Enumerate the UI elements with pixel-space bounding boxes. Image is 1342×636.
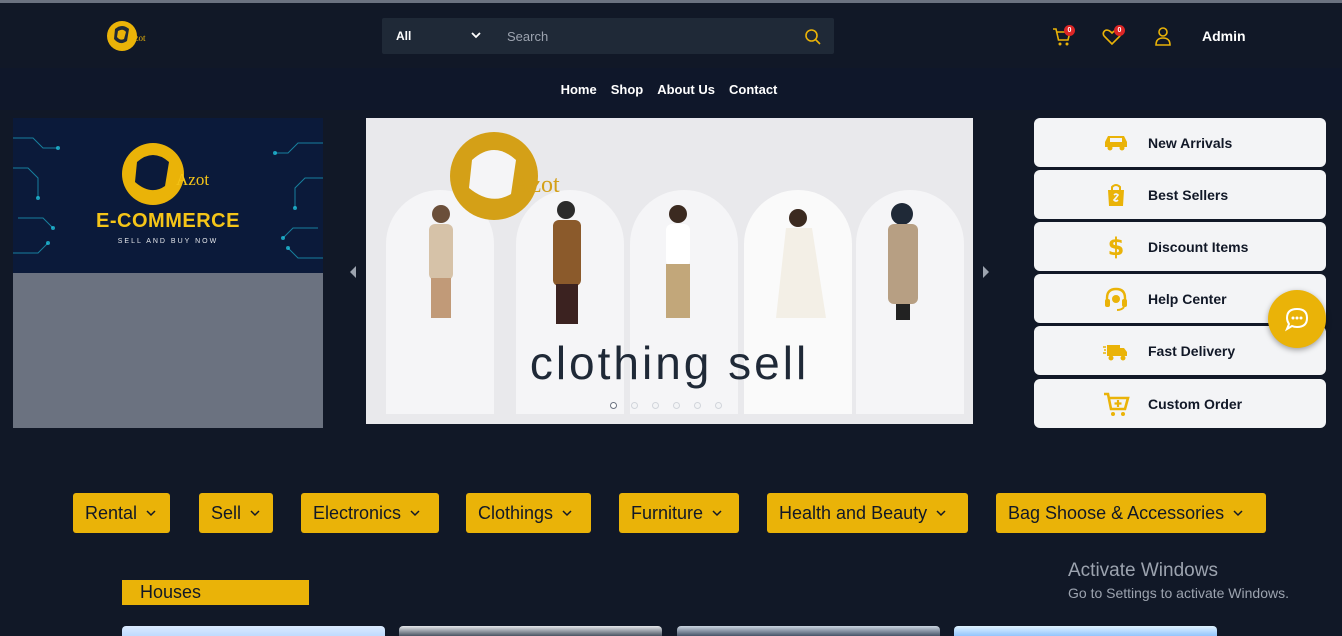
category-clothings[interactable]: Clothings xyxy=(466,493,591,533)
nav-shop[interactable]: Shop xyxy=(611,82,644,97)
category-health-and-beauty[interactable]: Health and Beauty xyxy=(767,493,968,533)
user-icon[interactable] xyxy=(1152,25,1174,47)
carousel-next-icon[interactable] xyxy=(981,264,991,280)
chevron-down-icon xyxy=(410,510,420,517)
category-sell[interactable]: Sell xyxy=(199,493,273,533)
chevron-down-icon xyxy=(936,510,946,517)
category-label: Bag Shoose & Accessories xyxy=(1008,502,1225,523)
product-thumbnail[interactable] xyxy=(122,626,385,636)
product-thumbnail[interactable] xyxy=(399,626,662,636)
chevron-down-icon xyxy=(146,510,156,517)
category-furniture[interactable]: Furniture xyxy=(619,493,739,533)
side-item-label: Help Center xyxy=(1148,290,1227,307)
category-label: Furniture xyxy=(631,502,704,523)
search-icon[interactable] xyxy=(804,28,822,46)
side-item-custom-order[interactable]: Custom Order xyxy=(1034,379,1326,428)
carousel-dot[interactable] xyxy=(631,402,638,409)
carousel-dot[interactable] xyxy=(610,402,617,409)
windows-activation-subtitle: Go to Settings to activate Windows. xyxy=(1068,585,1289,601)
carousel-dot[interactable] xyxy=(673,402,680,409)
carousel-dot[interactable] xyxy=(715,402,722,409)
nav-about-us[interactable]: About Us xyxy=(657,82,715,97)
carousel-prev-icon[interactable] xyxy=(348,264,358,280)
category-rental[interactable]: Rental xyxy=(73,493,170,533)
category-label: Clothings xyxy=(478,502,554,523)
side-item-best-sellers[interactable]: Best Sellers xyxy=(1034,170,1326,219)
side-item-label: Custom Order xyxy=(1148,395,1243,412)
chevron-down-icon xyxy=(562,510,572,517)
car-icon xyxy=(1105,135,1127,150)
category-bag-shoose-accessories[interactable]: Bag Shoose & Accessories xyxy=(996,493,1266,533)
windows-activation-title: Activate Windows xyxy=(1068,560,1218,581)
product-thumbnail[interactable] xyxy=(677,626,940,636)
side-item-label: Best Sellers xyxy=(1148,186,1229,203)
circuit-pattern xyxy=(13,137,323,259)
category-electronics[interactable]: Electronics xyxy=(301,493,439,533)
wishlist-count-badge: 0 xyxy=(1114,25,1125,36)
chevron-down-icon xyxy=(1233,510,1243,517)
cart-plus-icon xyxy=(1104,392,1130,416)
truck-icon xyxy=(1103,344,1127,360)
side-item-label: New Arrivals xyxy=(1148,134,1233,151)
side-item-label: Discount Items xyxy=(1148,238,1249,255)
promo-brand: Azot xyxy=(176,170,210,189)
category-select-value: All xyxy=(396,29,412,43)
main-nav: Home Shop About Us Contact xyxy=(0,68,1342,110)
promo-subtitle: SELL AND BUY NOW xyxy=(117,238,219,245)
side-item-label: Fast Delivery xyxy=(1148,342,1236,359)
header: Azot All 0 0 Admin xyxy=(0,3,1342,68)
promo-placeholder xyxy=(13,273,323,428)
brand-logo-text: Azot xyxy=(128,33,146,43)
dollar-icon: $ xyxy=(1108,233,1125,261)
promo-title: E-COMMERCE xyxy=(96,210,240,232)
carousel-dots xyxy=(610,402,722,409)
search-input[interactable] xyxy=(494,18,784,54)
carousel-dot[interactable] xyxy=(694,402,701,409)
nav-home[interactable]: Home xyxy=(561,82,597,97)
chat-button[interactable] xyxy=(1268,290,1326,348)
promo-banner[interactable]: Azot E-COMMERCE SELL AND BUY NOW xyxy=(13,118,323,273)
shopping-bag-icon xyxy=(1108,183,1124,206)
side-item-new-arrivals[interactable]: New Arrivals xyxy=(1034,118,1326,167)
search-bar: All xyxy=(382,18,834,54)
hero-carousel[interactable]: Azot clothing sell xyxy=(366,118,973,424)
svg-text:$: $ xyxy=(1108,233,1125,261)
category-label: Sell xyxy=(211,502,242,523)
side-item-discount-items[interactable]: $ Discount Items xyxy=(1034,222,1326,271)
chevron-down-icon xyxy=(471,32,481,39)
product-thumbnail[interactable] xyxy=(954,626,1217,636)
carousel-dot[interactable] xyxy=(652,402,659,409)
category-select[interactable]: All xyxy=(382,18,490,54)
chevron-down-icon xyxy=(712,510,722,517)
chat-icon xyxy=(1284,307,1309,332)
user-name-link[interactable]: Admin xyxy=(1202,28,1246,44)
carousel-caption: clothing sell xyxy=(529,337,810,389)
cart-count-badge: 0 xyxy=(1064,25,1075,36)
category-label: Electronics xyxy=(313,502,402,523)
section-title: Houses xyxy=(122,580,309,605)
category-label: Rental xyxy=(85,502,138,523)
category-label: Health and Beauty xyxy=(779,502,928,523)
nav-contact[interactable]: Contact xyxy=(729,82,777,97)
chevron-down-icon xyxy=(250,510,260,517)
carousel-brand: Azot xyxy=(513,172,560,198)
headset-icon xyxy=(1105,287,1127,311)
